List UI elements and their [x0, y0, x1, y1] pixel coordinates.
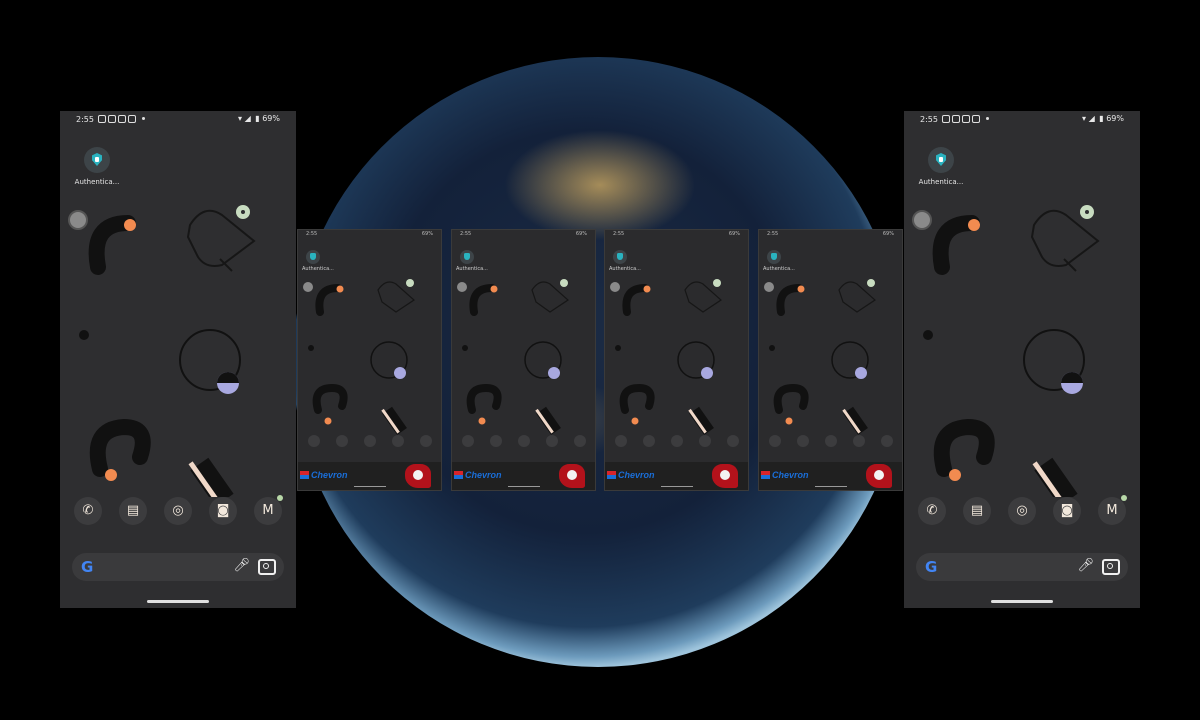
thumb-wallpaper	[764, 279, 876, 435]
google-logo-icon: G	[81, 558, 94, 576]
chrome-icon	[825, 435, 837, 447]
phone-icon	[615, 435, 627, 447]
gesture-home-bar[interactable]	[147, 600, 209, 603]
ad-divider	[661, 486, 693, 487]
ad-divider	[815, 486, 847, 487]
outline-popsicle	[1030, 209, 1100, 272]
chrome-icon: ◎	[1016, 503, 1028, 518]
google-search-bar[interactable]: G 🎤︎	[916, 553, 1128, 581]
messages-icon	[336, 435, 348, 447]
mint-dot-center	[241, 210, 245, 214]
gmail-icon	[727, 435, 739, 447]
orange-dot	[124, 219, 136, 231]
ad-banner[interactable]: Chevron	[759, 462, 902, 490]
messages-icon	[797, 435, 809, 447]
small-black-dot	[923, 330, 933, 340]
chrome-app-button[interactable]: ◎	[164, 497, 192, 525]
orange-dot	[968, 219, 980, 231]
buccaneers-logo-icon	[405, 464, 431, 488]
gmail-icon	[574, 435, 586, 447]
camera-app-button[interactable]: ◙	[209, 497, 237, 525]
messages-icon: ▤	[970, 503, 984, 518]
buccaneers-logo-icon	[712, 464, 738, 488]
phone-icon	[769, 435, 781, 447]
phone-app-button[interactable]: ✆	[74, 497, 102, 525]
messages-app-button[interactable]: ▤	[963, 497, 991, 525]
buccaneers-logo-icon	[559, 464, 585, 488]
microphone-icon[interactable]: 🎤︎	[1077, 558, 1094, 573]
app-dock: ✆ ▤ ◎ ◙ M	[60, 495, 296, 527]
chevron-logo: Chevron	[454, 470, 502, 480]
screenshot-thumbnail-4[interactable]: 2:55 69% Authentica... Chevron	[758, 229, 903, 491]
black-magnet	[89, 418, 151, 477]
phone-icon: ✆	[926, 503, 938, 518]
chrome-app-button[interactable]: ◎	[1008, 497, 1036, 525]
chrome-icon: ◎	[172, 503, 184, 518]
phone-icon	[308, 435, 320, 447]
phone-icon	[462, 435, 474, 447]
app-dock: ✆ ▤ ◎ ◙ M	[904, 495, 1140, 527]
shape-wallpaper	[912, 205, 1100, 497]
phone-screen-right: 2:55 ▾ ◢ ▮ 69% Authentica... ✆ ▤ ◎ ◙ M G…	[904, 111, 1140, 608]
black-magnet	[933, 418, 995, 477]
notification-badge	[277, 495, 283, 501]
camera-icon	[853, 435, 865, 447]
screenshot-thumbnail-1[interactable]: 2:55 69% Authentica... Chevron	[297, 229, 442, 491]
chrome-icon	[518, 435, 530, 447]
camera-icon: ◙	[216, 503, 230, 518]
thumb-wallpaper	[303, 279, 415, 435]
phone-screen-left: 2:55 ▾ ◢ ▮ 69% Authentica... ✆ ▤ ◎ ◙ M G…	[60, 111, 296, 608]
camera-icon	[392, 435, 404, 447]
mint-dot-center	[1085, 210, 1089, 214]
ad-banner[interactable]: Chevron	[605, 462, 748, 490]
notification-badge	[1121, 495, 1127, 501]
camera-icon: ◙	[1060, 503, 1074, 518]
ad-divider	[508, 486, 540, 487]
messages-icon	[490, 435, 502, 447]
outline-popsicle	[186, 209, 256, 272]
messages-icon	[643, 435, 655, 447]
messages-icon: ▤	[126, 503, 140, 518]
messages-app-button[interactable]: ▤	[119, 497, 147, 525]
chevron-logo: Chevron	[607, 470, 655, 480]
chevron-logo: Chevron	[761, 470, 809, 480]
phone-icon: ✆	[82, 503, 94, 518]
lens-camera-icon[interactable]	[1102, 559, 1120, 575]
ad-banner[interactable]: Chevron	[298, 462, 441, 490]
gmail-icon: M	[1106, 503, 1118, 518]
gmail-app-button[interactable]: M	[254, 495, 283, 525]
chevron-logo: Chevron	[300, 470, 348, 480]
camera-app-button[interactable]: ◙	[1053, 497, 1081, 525]
gmail-icon	[881, 435, 893, 447]
thumb-wallpaper	[610, 279, 722, 435]
google-logo-icon: G	[925, 558, 938, 576]
camera-icon	[546, 435, 558, 447]
phone-app-button[interactable]: ✆	[918, 497, 946, 525]
google-search-bar[interactable]: G 🎤︎	[72, 553, 284, 581]
gmail-app-button[interactable]: M	[1098, 495, 1127, 525]
black-arc	[88, 215, 136, 275]
gesture-home-bar[interactable]	[991, 600, 1053, 603]
lens-camera-icon[interactable]	[258, 559, 276, 575]
ad-banner[interactable]: Chevron	[452, 462, 595, 490]
chrome-icon	[671, 435, 683, 447]
grey-dot	[912, 210, 932, 230]
screenshot-thumbnail-3[interactable]: 2:55 69% Authentica... Chevron	[604, 229, 749, 491]
shape-wallpaper	[68, 205, 256, 497]
gmail-icon	[420, 435, 432, 447]
screenshot-thumbnail-2[interactable]: 2:55 69% Authentica... Chevron	[451, 229, 596, 491]
orange-dot	[949, 469, 961, 481]
buccaneers-logo-icon	[866, 464, 892, 488]
microphone-icon[interactable]: 🎤︎	[233, 558, 250, 573]
small-black-dot	[79, 330, 89, 340]
camera-icon	[699, 435, 711, 447]
thumb-wallpaper	[457, 279, 569, 435]
chrome-icon	[364, 435, 376, 447]
gmail-icon: M	[262, 503, 274, 518]
black-arc	[932, 215, 980, 275]
orange-dot	[105, 469, 117, 481]
ad-divider	[354, 486, 386, 487]
grey-dot	[68, 210, 88, 230]
city-lights	[505, 130, 695, 240]
